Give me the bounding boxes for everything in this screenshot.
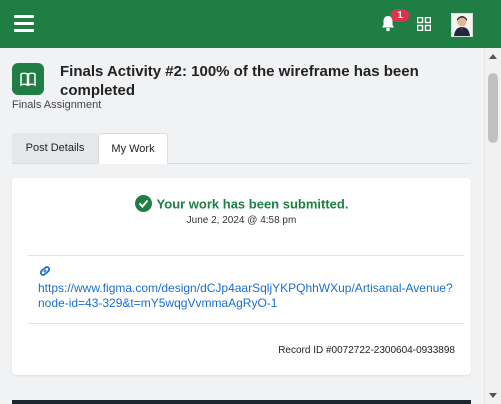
record-id: Record ID #0072722-2300604-0933898 xyxy=(278,345,455,356)
next-section-edge xyxy=(12,400,471,404)
scrollbar[interactable] xyxy=(484,48,501,404)
submission-card: Your work has been submitted. June 2, 20… xyxy=(12,178,471,375)
tab-my-work[interactable]: My Work xyxy=(98,133,168,164)
divider xyxy=(28,255,464,256)
scroll-up-arrow-icon[interactable] xyxy=(489,54,497,59)
hamburger-menu-icon[interactable] xyxy=(14,15,34,33)
divider xyxy=(28,323,464,324)
assignment-subtitle: Finals Assignment xyxy=(12,99,102,111)
book-icon xyxy=(12,63,44,95)
scroll-down-arrow-icon[interactable] xyxy=(489,393,497,398)
main-content: Finals Activity #2: 100% of the wirefram… xyxy=(0,48,484,404)
check-circle-icon xyxy=(134,195,152,213)
submission-date: June 2, 2024 @ 4:58 pm xyxy=(186,215,297,226)
submission-link[interactable]: https://www.figma.com/design/dCJp4aarSql… xyxy=(38,281,458,311)
submission-status: Your work has been submitted. xyxy=(12,195,471,213)
top-app-bar: 1 xyxy=(0,0,501,48)
user-avatar[interactable] xyxy=(451,13,473,37)
link-icon[interactable] xyxy=(38,264,52,278)
notification-badge: 1 xyxy=(391,9,409,22)
page-title: Finals Activity #2: 100% of the wirefram… xyxy=(60,63,419,99)
status-text: Your work has been submitted. xyxy=(156,196,349,212)
scroll-thumb[interactable] xyxy=(488,73,498,143)
grid-apps-icon[interactable] xyxy=(416,16,433,33)
tab-post-details[interactable]: Post Details xyxy=(12,133,98,163)
tab-bar: Post Details My Work xyxy=(12,133,471,164)
